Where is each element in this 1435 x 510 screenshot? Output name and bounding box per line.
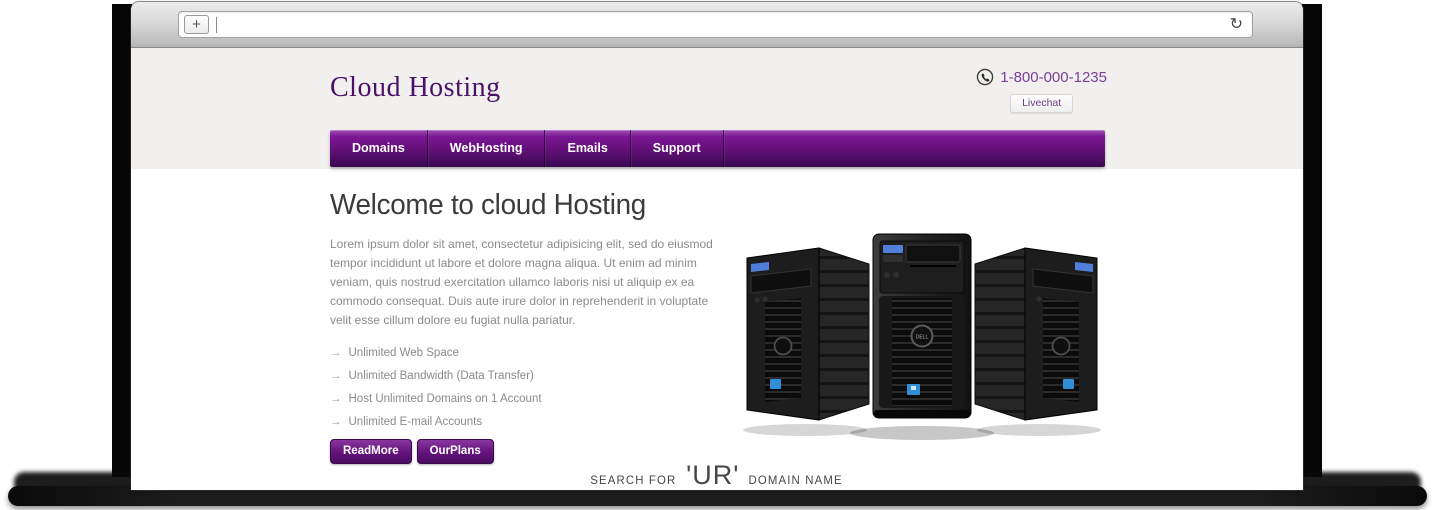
phone-icon: [976, 68, 994, 86]
monitor-bezel-right: [1302, 4, 1322, 477]
nav-item-emails[interactable]: Emails: [545, 130, 630, 167]
nav-item-webhosting[interactable]: WebHosting: [428, 130, 546, 167]
arrow-icon: →: [330, 370, 342, 382]
new-tab-button[interactable]: +: [184, 15, 209, 34]
hero-content: Welcome to cloud Hosting Lorem ipsum dol…: [330, 189, 730, 464]
arrow-icon: →: [330, 347, 342, 359]
browser-window: + ↻ Cloud Hosting 1-800-000-1235 Livecha…: [131, 2, 1303, 490]
browser-chrome: + ↻: [131, 2, 1303, 48]
feature-label: Unlimited Bandwidth (Data Transfer): [349, 370, 534, 382]
server-towers-image: DELL: [741, 232, 1103, 444]
arrow-icon: →: [330, 416, 342, 428]
webpage: Cloud Hosting 1-800-000-1235 Livechat Do…: [131, 48, 1303, 489]
svg-text:DELL: DELL: [916, 335, 929, 341]
url-input[interactable]: [217, 15, 1230, 35]
intro-paragraph: Lorem ipsum dolor sit amet, consectetur …: [330, 235, 730, 330]
feature-item: → Host Unlimited Domains on 1 Account: [330, 393, 730, 405]
monitor-bezel-left: [112, 4, 132, 477]
search-highlight: 'UR': [686, 460, 739, 490]
feature-label: Host Unlimited Domains on 1 Account: [349, 393, 542, 405]
nav-item-support[interactable]: Support: [631, 130, 724, 167]
phone-number[interactable]: 1-800-000-1235: [1000, 69, 1107, 86]
feature-item: → Unlimited E-mail Accounts: [330, 416, 730, 428]
feature-label: Unlimited Web Space: [349, 347, 459, 359]
livechat-button[interactable]: Livechat: [1010, 94, 1073, 113]
arrow-icon: →: [330, 393, 342, 405]
mockup-stage: + ↻ Cloud Hosting 1-800-000-1235 Livecha…: [0, 0, 1435, 510]
phone-row: 1-800-000-1235: [976, 68, 1107, 86]
feature-item: → Unlimited Web Space: [330, 347, 730, 359]
search-prefix: SEARCH FOR: [591, 473, 677, 487]
reload-icon[interactable]: ↻: [1230, 17, 1243, 33]
feature-list: → Unlimited Web Space → Unlimited Bandwidt…: [330, 347, 730, 428]
site-logo[interactable]: Cloud Hosting: [330, 72, 501, 104]
url-bar[interactable]: + ↻: [178, 11, 1253, 38]
nav-item-domains[interactable]: Domains: [330, 130, 428, 167]
search-suffix: DOMAIN NAME: [749, 473, 843, 487]
domain-search-banner: SEARCH FOR 'UR' DOMAIN NAME: [131, 460, 1303, 490]
feature-label: Unlimited E-mail Accounts: [349, 416, 483, 428]
page-title: Welcome to cloud Hosting: [330, 189, 714, 222]
main-nav: Domains WebHosting Emails Support: [330, 130, 1105, 167]
feature-item: → Unlimited Bandwidth (Data Transfer): [330, 370, 730, 382]
contact-block: 1-800-000-1235 Livechat: [976, 68, 1107, 113]
